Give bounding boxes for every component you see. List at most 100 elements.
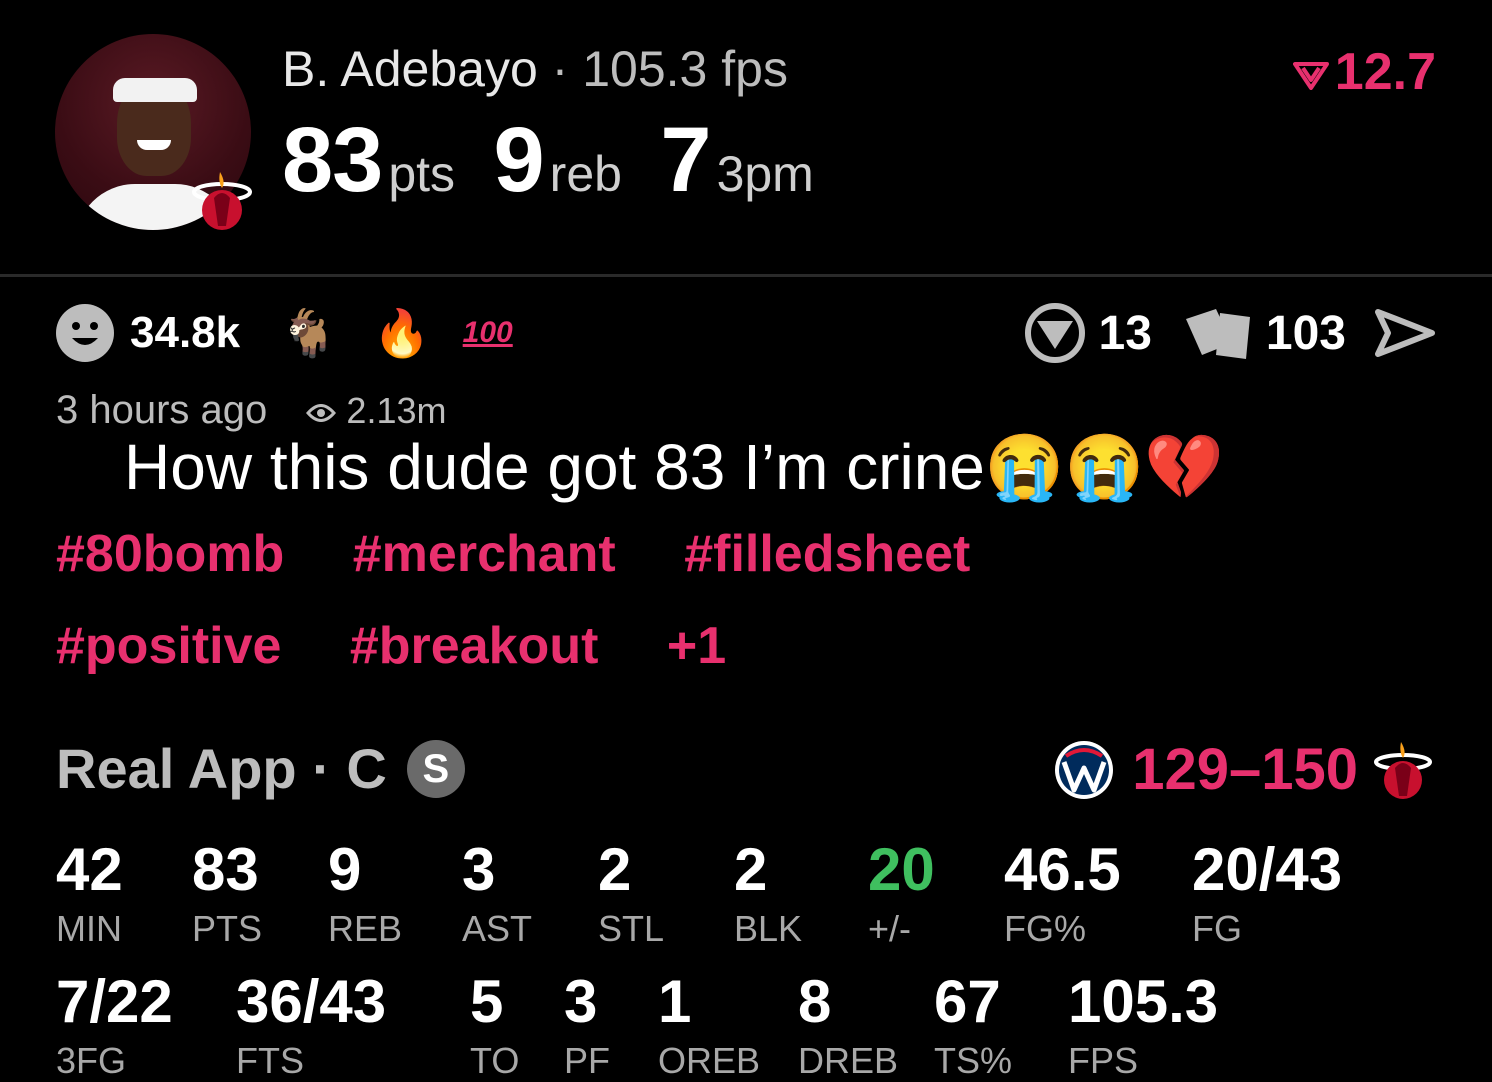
cards-count: 103 — [1265, 306, 1346, 360]
fire-emoji-icon[interactable]: 🔥 — [373, 310, 430, 356]
stat-oreb: 1 OREB — [658, 970, 760, 1082]
fps-value: 105.3 fps — [582, 41, 788, 97]
headline-3pm: 7 — [660, 109, 711, 211]
stat-pts: 83 PTS — [192, 838, 262, 950]
stat-label: TO — [470, 1040, 520, 1081]
stat-value: 83 — [192, 836, 259, 903]
stat-value: 7/22 — [56, 968, 173, 1035]
stat-ast: 3 AST — [462, 838, 532, 950]
source-line: Real App · C S — [56, 736, 465, 801]
stat-label: REB — [328, 908, 403, 949]
rating-shield-icon[interactable] — [1023, 303, 1087, 363]
hashtag[interactable]: #merchant — [353, 525, 616, 583]
stat-reb: 9 REB — [328, 838, 402, 950]
avatar-headband — [113, 78, 197, 102]
avatar-smile — [137, 140, 171, 150]
stat-label: FTS — [236, 1040, 304, 1081]
headline-pts: 83 — [282, 109, 383, 211]
stat-label: FG% — [1004, 908, 1087, 949]
stat-value: 67 — [934, 968, 1001, 1035]
share-send-icon[interactable] — [1374, 308, 1436, 358]
reaction-count: 34.8k — [130, 308, 241, 357]
hashtag-list: #80bomb #merchant #filledsheet #positive… — [56, 508, 1256, 692]
hashtag[interactable]: #80bomb — [56, 525, 284, 583]
goat-emoji-icon[interactable]: 🐐 — [280, 310, 337, 356]
score-value: 129–150 — [1132, 737, 1358, 802]
stat-value: 105.3 — [1068, 968, 1219, 1035]
stat-value: 1 — [658, 968, 692, 1035]
rating-count: 13 — [1098, 306, 1152, 360]
stat-value: 3 — [564, 968, 598, 1035]
stat-label: 3FG — [56, 1040, 127, 1081]
stat-ts-pct: 67 TS% — [934, 970, 1012, 1082]
stat-3fg: 7/22 3FG — [56, 970, 173, 1082]
post-actions: 13 103 — [1023, 300, 1436, 366]
eye-icon — [306, 404, 337, 423]
stat-value: 42 — [56, 836, 123, 903]
reactions-row: 34.8k 🐐 🔥 100 — [54, 300, 513, 366]
stat-plus-minus: 20 +/- — [868, 838, 935, 950]
stat-value: 2 — [734, 836, 768, 903]
stat-fg: 20/43 FG — [1192, 838, 1342, 950]
hashtag[interactable]: #breakout — [350, 617, 599, 675]
views-group: 2.13m — [306, 390, 446, 431]
hundred-emoji-icon[interactable]: 100 — [463, 316, 513, 350]
view-count: 2.13m — [346, 390, 447, 431]
stat-label: +/- — [868, 908, 912, 949]
stat-value: 9 — [328, 836, 362, 903]
stat-dreb: 8 DREB — [798, 970, 898, 1082]
stat-label: PF — [564, 1040, 611, 1081]
headline-3pm-unit: 3pm — [716, 146, 814, 202]
headline-statline: 83 pts 9 reb 7 3pm — [282, 108, 848, 213]
cards-icon[interactable] — [1180, 303, 1254, 363]
header-divider — [0, 274, 1492, 277]
stat-value: 46.5 — [1004, 836, 1121, 903]
stat-fg-pct: 46.5 FG% — [1004, 838, 1121, 950]
rating-value: 12.7 — [1334, 43, 1436, 101]
heat-logo-icon — [1374, 741, 1432, 799]
name-separator: · — [551, 41, 569, 97]
stat-label: FG — [1192, 908, 1242, 949]
stat-value: 20 — [868, 836, 935, 903]
player-name-line: B. Adebayo · 105.3 fps — [282, 40, 788, 98]
stat-min: 42 MIN — [56, 838, 123, 950]
stat-blk: 2 BLK — [734, 838, 802, 950]
post-meta: 3 hours ago 2.13m — [56, 388, 446, 433]
headline-reb: 9 — [493, 109, 545, 211]
more-tags-button[interactable]: +1 — [667, 617, 726, 675]
stat-label: OREB — [658, 1040, 761, 1081]
stat-label: STL — [598, 908, 665, 949]
stat-to: 5 TO — [470, 970, 519, 1082]
stat-label: TS% — [934, 1040, 1013, 1081]
stat-label: FPS — [1068, 1040, 1139, 1081]
hashtag[interactable]: #filledsheet — [684, 525, 970, 583]
stat-pf: 3 PF — [564, 970, 610, 1082]
post-time: 3 hours ago — [56, 388, 268, 432]
post-caption: How this dude got 83 I’m crine😭😭💔 — [124, 431, 1224, 503]
rating-badge[interactable]: 12.7 — [1292, 42, 1436, 102]
wizards-logo-icon — [1055, 740, 1114, 799]
stat-stl: 2 STL — [598, 838, 664, 950]
source-badge[interactable]: S — [406, 739, 465, 798]
game-score[interactable]: 129–150 — [1052, 736, 1432, 803]
stat-value: 8 — [798, 968, 832, 1035]
stat-label: AST — [462, 908, 533, 949]
stat-fps: 105.3 FPS — [1068, 970, 1218, 1082]
rating-arrow-icon — [1292, 62, 1329, 91]
heat-logo-icon — [192, 172, 252, 230]
stat-label: DREB — [798, 1040, 899, 1081]
player-name[interactable]: B. Adebayo — [282, 41, 538, 97]
stat-fts: 36/43 FTS — [236, 970, 386, 1082]
headline-pts-unit: pts — [388, 146, 456, 202]
smiley-reaction-icon[interactable] — [54, 302, 116, 364]
stat-value: 20/43 — [1192, 836, 1343, 903]
stat-value: 5 — [470, 968, 504, 1035]
hashtag[interactable]: #positive — [56, 617, 281, 675]
stat-value: 3 — [462, 836, 496, 903]
stat-value: 2 — [598, 836, 632, 903]
stat-label: BLK — [734, 908, 803, 949]
stat-label: PTS — [192, 908, 263, 949]
stat-label: MIN — [56, 908, 122, 949]
stat-value: 36/43 — [236, 968, 387, 1035]
source-label: Real App · C — [56, 737, 387, 800]
